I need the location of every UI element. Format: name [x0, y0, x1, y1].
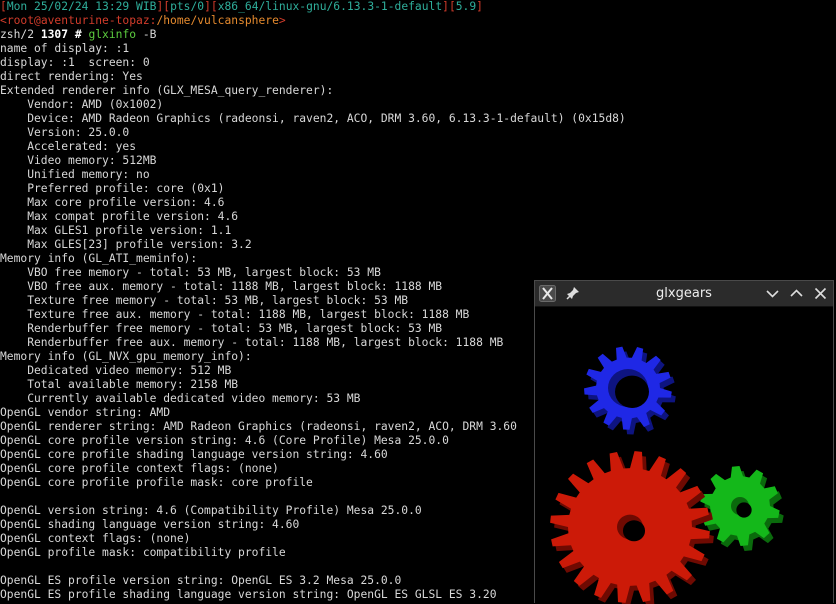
output-line: Vendor: AMD (0x1002) — [0, 98, 164, 111]
x-window-icon[interactable] — [539, 285, 556, 302]
output-line: Preferred profile: core (0x1) — [0, 182, 225, 195]
window-titlebar[interactable]: glxgears — [535, 281, 833, 307]
output-line: Max GLES[23] profile version: 3.2 — [0, 238, 252, 251]
prompt-path: /home/vulcansphere — [156, 14, 279, 27]
prompt-arch: x86_64/linux-gnu/6.13.3-1-default — [217, 0, 443, 13]
bracket: ][ — [204, 0, 218, 13]
pin-icon[interactable] — [566, 286, 580, 300]
output-line: Version: 25.0.0 — [0, 126, 130, 139]
output-line: Max GLES1 profile version: 1.1 — [0, 224, 232, 237]
output-line: Extended renderer info (GLX_MESA_query_r… — [0, 84, 334, 97]
output-line: Max compat profile version: 4.6 — [0, 210, 239, 223]
prompt-userhost: root@aventurine-topaz — [6, 14, 150, 27]
output-line: Video memory: 512MB — [0, 154, 157, 167]
angle-bracket: < — [0, 14, 7, 27]
prompt-tty: pts/0 — [170, 0, 205, 13]
glxgears-canvas[interactable] — [535, 306, 833, 604]
close-icon[interactable] — [813, 286, 828, 301]
prompt-hash: # — [68, 28, 89, 41]
bracket: [ — [0, 0, 7, 13]
prompt-load: 5.9 — [455, 0, 477, 13]
output-line: Accelerated: yes — [0, 140, 137, 153]
output-line: display: :1 screen: 0 — [0, 56, 150, 69]
bracket: ] — [476, 0, 483, 13]
command-name: glxinfo — [88, 28, 137, 41]
chevron-down-icon[interactable] — [765, 286, 780, 301]
output-line: Memory info (GL_ATI_meminfo): — [0, 252, 198, 265]
output-line: name of display: :1 — [0, 42, 130, 55]
command-args: -B — [136, 28, 157, 41]
chevron-up-icon[interactable] — [789, 286, 804, 301]
output-line: direct rendering: Yes — [0, 70, 143, 83]
gear-red — [550, 451, 714, 604]
output-line: VBO free memory - total: 53 MB, largest … — [0, 266, 381, 279]
prompt-history-number: 1307 — [40, 28, 69, 41]
prompt-datetime: Mon 25/02/24 13:29 WIB — [6, 0, 157, 13]
prompt-user-line: <root@aventurine-topaz:/home/vulcanspher… — [0, 14, 836, 28]
angle-bracket: > — [278, 14, 286, 27]
output-line: Unified memory: no — [0, 168, 150, 181]
command-line: zsh/2 1307 # glxinfo -B — [0, 28, 836, 42]
output-line: Device: AMD Radeon Graphics (radeonsi, r… — [0, 112, 626, 125]
gear-blue — [584, 346, 676, 435]
bracket: ][ — [442, 0, 456, 13]
output-line: Max core profile version: 4.6 — [0, 196, 225, 209]
prompt-shell: zsh/2 — [0, 28, 41, 41]
bracket: ][ — [156, 0, 171, 13]
glxgears-window[interactable]: glxgears — [534, 280, 834, 604]
prompt-status-line: [Mon 25/02/24 13:29 WIB][pts/0][x86_64/l… — [0, 0, 836, 14]
